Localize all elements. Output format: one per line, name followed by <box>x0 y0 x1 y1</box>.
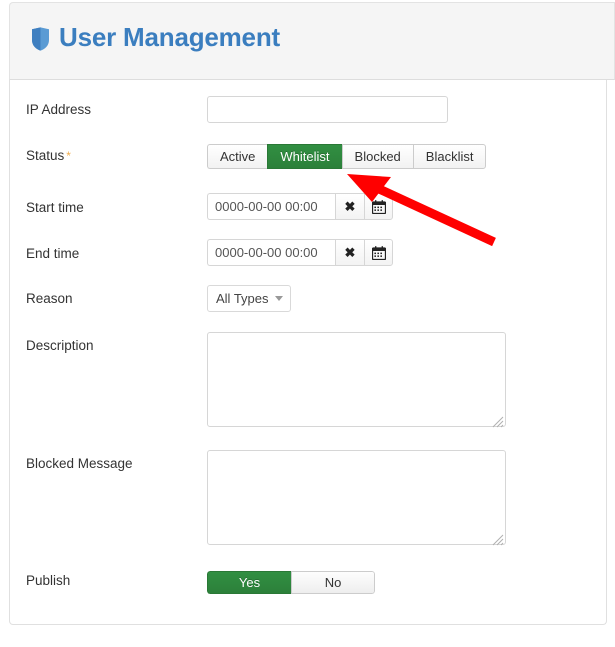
field-publish: Yes No <box>207 571 375 594</box>
field-reason: All Types <box>207 285 291 312</box>
page-title: User Management <box>31 22 280 53</box>
label-ip-address: IP Address <box>26 102 92 117</box>
publish-option-yes[interactable]: Yes <box>207 571 291 594</box>
end-time-clear-button[interactable]: ✖ <box>335 239 364 266</box>
calendar-icon <box>371 245 386 260</box>
field-description <box>207 332 506 432</box>
user-management-form: IP Address Status * Active Whitelist Bloc… <box>9 80 607 625</box>
start-time-datetime-group: ✖ <box>207 193 393 220</box>
label-publish: Publish <box>26 573 71 588</box>
label-reason: Reason <box>26 291 73 306</box>
label-description: Description <box>26 338 94 353</box>
field-ip-address <box>207 96 448 123</box>
close-icon: ✖ <box>344 245 356 260</box>
label-blocked-message: Blocked Message <box>26 456 133 471</box>
status-option-active[interactable]: Active <box>207 144 268 169</box>
reason-select-value: All Types <box>216 291 269 306</box>
required-asterisk: * <box>66 149 71 163</box>
publish-option-no[interactable]: No <box>291 571 375 594</box>
close-icon: ✖ <box>344 199 356 214</box>
status-button-group: Active Whitelist Blocked Blacklist <box>207 144 487 169</box>
label-status: Status * <box>26 148 71 163</box>
field-end-time: ✖ <box>207 239 393 266</box>
blocked-message-textarea[interactable] <box>207 450 506 545</box>
start-time-clear-button[interactable]: ✖ <box>335 193 364 220</box>
field-start-time: ✖ <box>207 193 393 220</box>
page-header-panel: User Management <box>9 2 615 80</box>
page-title-text: User Management <box>59 22 280 52</box>
field-blocked-message <box>207 450 506 550</box>
status-option-whitelist[interactable]: Whitelist <box>267 144 342 169</box>
calendar-icon <box>371 199 386 214</box>
publish-toggle-group: Yes No <box>207 571 375 594</box>
reason-select[interactable]: All Types <box>207 285 291 312</box>
description-textarea[interactable] <box>207 332 506 427</box>
ip-address-input[interactable] <box>207 96 448 123</box>
chevron-down-icon <box>275 296 283 301</box>
shield-icon <box>31 26 50 51</box>
label-status-text: Status <box>26 148 65 163</box>
end-time-calendar-button[interactable] <box>364 239 393 266</box>
end-time-input[interactable] <box>207 239 335 266</box>
status-option-blacklist[interactable]: Blacklist <box>412 144 487 169</box>
status-option-blocked[interactable]: Blocked <box>341 144 413 169</box>
label-start-time: Start time <box>26 200 84 215</box>
start-time-input[interactable] <box>207 193 335 220</box>
end-time-datetime-group: ✖ <box>207 239 393 266</box>
label-end-time: End time <box>26 246 80 261</box>
start-time-calendar-button[interactable] <box>364 193 393 220</box>
field-status: Active Whitelist Blocked Blacklist <box>207 144 487 169</box>
